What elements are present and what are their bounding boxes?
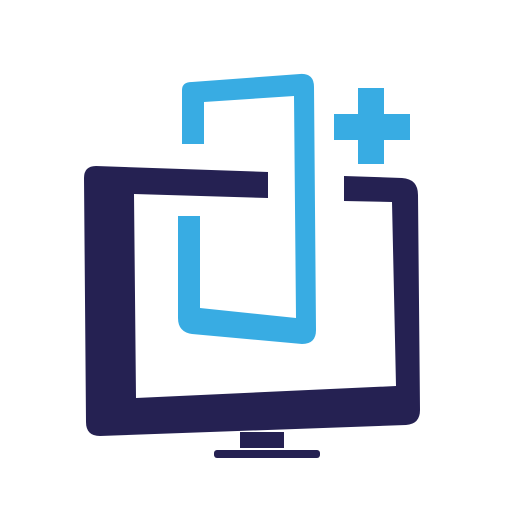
monitor-stand-icon [240,432,284,448]
phone-frame-icon [178,73,316,344]
plus-icon [334,88,410,164]
monitor-frame-icon [84,166,420,436]
monitor-base-icon [214,450,320,458]
logo-canvas [0,0,512,512]
monitor-phone-plus-icon [84,73,420,458]
